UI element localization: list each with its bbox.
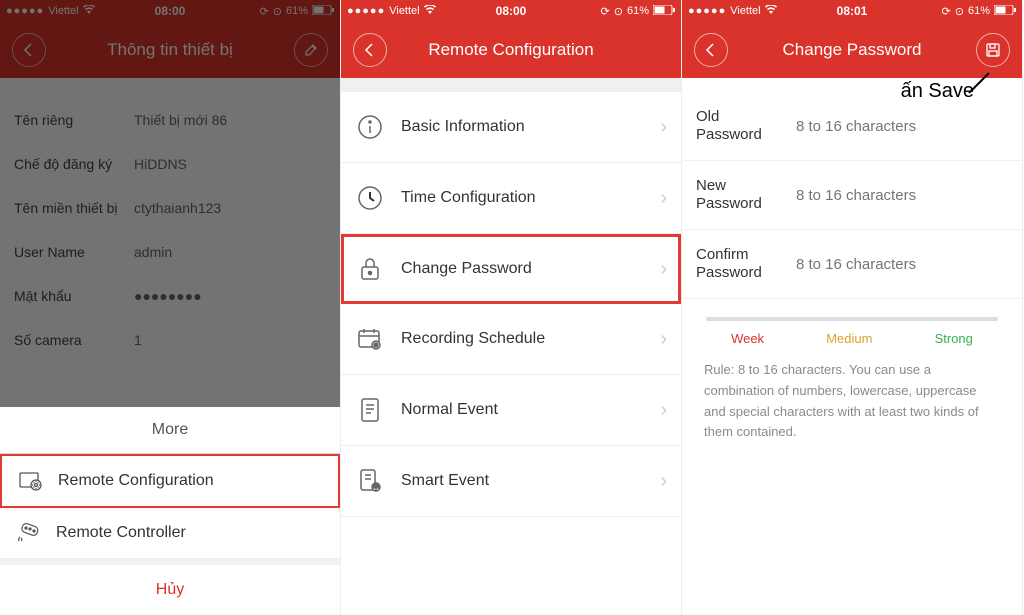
- alarm-icon: ⊙: [614, 5, 623, 18]
- lock-icon: [355, 254, 385, 284]
- sheet-item-label: Remote Configuration: [58, 472, 214, 490]
- signal-dots-icon: ●●●●●: [347, 5, 385, 17]
- back-button[interactable]: [694, 33, 728, 67]
- input-old-password[interactable]: [796, 118, 1008, 135]
- annotation-arrow: [964, 68, 994, 98]
- document-bulb-icon: [355, 466, 385, 496]
- item-time-config[interactable]: Time Configuration ›: [341, 163, 681, 234]
- chevron-right-icon: ›: [660, 470, 667, 493]
- remote-icon: [16, 522, 42, 544]
- info-icon: [355, 112, 385, 142]
- chevron-right-icon: ›: [660, 116, 667, 139]
- back-button[interactable]: [353, 33, 387, 67]
- annotation-save: ấn Save: [901, 80, 974, 103]
- sheet-item-label: Remote Controller: [56, 524, 186, 542]
- save-button[interactable]: [976, 33, 1010, 67]
- list-label: Smart Event: [401, 472, 644, 490]
- screen-device-info: ●●●●● Viettel 08:00 ⟳ ⊙ 61% Thông tin th…: [0, 0, 341, 615]
- status-time: 08:01: [837, 4, 868, 18]
- row-confirm-password: Confirm Password: [682, 230, 1022, 299]
- list-label: Recording Schedule: [401, 330, 644, 348]
- chevron-right-icon: ›: [660, 187, 667, 210]
- carrier-label: Viettel: [730, 5, 760, 17]
- battery-pct: 61%: [968, 5, 990, 17]
- page-title: Remote Configuration: [428, 40, 593, 60]
- list-label: Time Configuration: [401, 189, 644, 207]
- gear-icon: [18, 470, 44, 492]
- sheet-remote-config[interactable]: Remote Configuration: [0, 454, 340, 508]
- signal-dots-icon: ●●●●●: [688, 5, 726, 17]
- list-label: Change Password: [401, 260, 644, 278]
- label-old: Old Password: [696, 108, 786, 144]
- item-change-password[interactable]: Change Password ›: [341, 234, 681, 304]
- status-time: 08:00: [496, 4, 527, 18]
- chevron-right-icon: ›: [660, 258, 667, 281]
- header: Remote Configuration: [341, 22, 681, 78]
- status-bar: ●●●●● Viettel 08:00 ⟳ ⊙ 61%: [341, 0, 681, 22]
- sync-icon: ⟳: [942, 5, 951, 18]
- battery-icon: [653, 5, 675, 18]
- alarm-icon: ⊙: [955, 5, 964, 18]
- chevron-right-icon: ›: [660, 399, 667, 422]
- calendar-rec-icon: [355, 324, 385, 354]
- sync-icon: ⟳: [601, 5, 610, 18]
- strength-bar: [706, 317, 998, 321]
- password-form: Old Password New Password Confirm Passwo…: [682, 78, 1022, 457]
- strength-weak: Week: [731, 331, 764, 346]
- list-label: Basic Information: [401, 118, 644, 136]
- strength-labels: Week Medium Strong: [682, 325, 1022, 346]
- wifi-icon: [765, 5, 777, 18]
- action-sheet: More Remote Configuration Remote Control…: [0, 407, 340, 615]
- label-new: New Password: [696, 177, 786, 213]
- chevron-right-icon: ›: [660, 328, 667, 351]
- row-new-password: New Password: [682, 161, 1022, 230]
- item-smart-event[interactable]: Smart Event ›: [341, 446, 681, 517]
- item-basic-info[interactable]: Basic Information ›: [341, 92, 681, 163]
- page-title: Change Password: [783, 40, 922, 60]
- label-confirm: Confirm Password: [696, 246, 786, 282]
- strength-strong: Strong: [935, 331, 973, 346]
- battery-pct: 61%: [627, 5, 649, 17]
- input-confirm-password[interactable]: [796, 256, 1008, 273]
- list-label: Normal Event: [401, 401, 644, 419]
- status-bar: ●●●●● Viettel 08:01 ⟳ ⊙ 61%: [682, 0, 1022, 22]
- screen-change-password: ●●●●● Viettel 08:01 ⟳ ⊙ 61% Change Passw…: [682, 0, 1023, 615]
- document-icon: [355, 395, 385, 425]
- clock-icon: [355, 183, 385, 213]
- item-recording-schedule[interactable]: Recording Schedule ›: [341, 304, 681, 375]
- sheet-title: More: [0, 407, 340, 454]
- sheet-cancel[interactable]: Hủy: [0, 559, 340, 615]
- carrier-label: Viettel: [389, 5, 419, 17]
- password-rule: Rule: 8 to 16 characters. You can use a …: [682, 346, 1022, 457]
- sheet-remote-controller[interactable]: Remote Controller: [0, 508, 340, 559]
- input-new-password[interactable]: [796, 187, 1008, 204]
- item-normal-event[interactable]: Normal Event ›: [341, 375, 681, 446]
- wifi-icon: [424, 5, 436, 18]
- battery-icon: [994, 5, 1016, 18]
- screen-remote-config: ●●●●● Viettel 08:00 ⟳ ⊙ 61% Remote Confi…: [341, 0, 682, 615]
- strength-medium: Medium: [826, 331, 872, 346]
